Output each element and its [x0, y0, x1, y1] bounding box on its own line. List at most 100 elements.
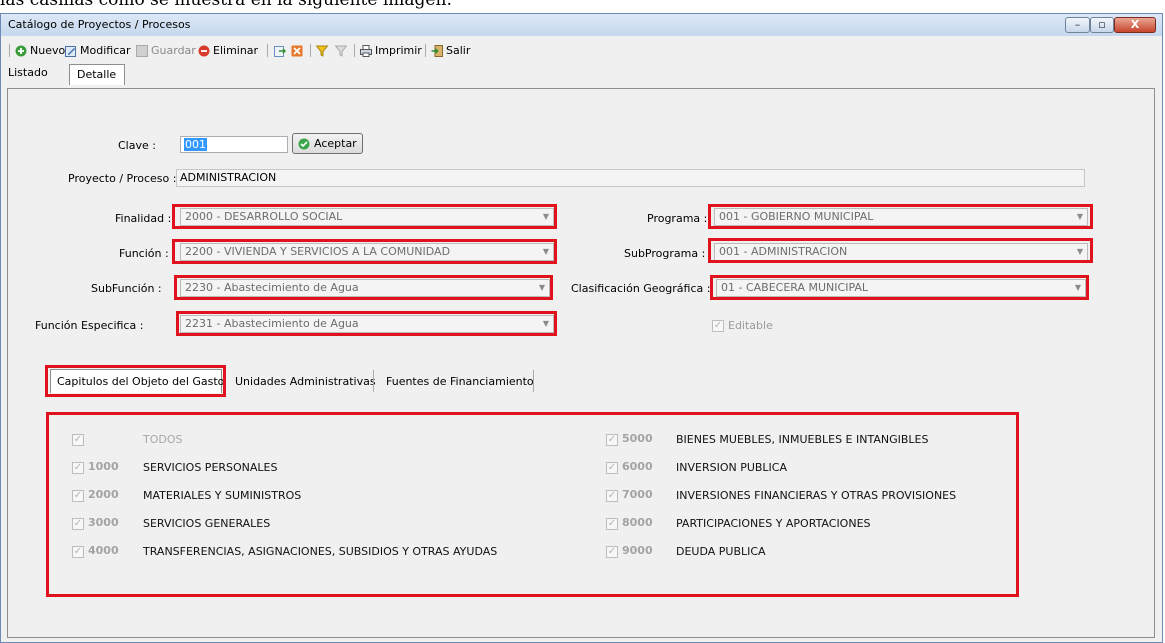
tab-separator	[373, 370, 374, 392]
maximize-button[interactable]: ▫	[1090, 17, 1114, 33]
programa-highlight	[708, 204, 1093, 229]
capitulos-tab-highlight	[45, 365, 226, 397]
salir-label: Salir	[446, 44, 471, 57]
clasificacion-geografica-highlight	[710, 275, 1089, 300]
capitulo-desc: SERVICIOS PERSONALES	[143, 461, 278, 474]
title-bar: Catálogo de Proyectos / Procesos – ▫ X	[1, 14, 1162, 36]
funcion-label: Función :	[119, 247, 169, 260]
capitulo-code: 3000	[88, 516, 119, 529]
export-icon	[274, 45, 286, 57]
nuevo-label: Nuevo	[30, 44, 66, 57]
check-circle-icon	[298, 138, 310, 149]
capitulo-desc: INVERSIONES FINANCIERAS Y OTRAS PROVISIO…	[676, 489, 957, 502]
proyecto-value: ADMINISTRACION	[180, 171, 277, 184]
capitulo-desc: INVERSION PUBLICA	[676, 461, 788, 474]
capitulo-desc: PARTICIPACIONES Y APORTACIONES	[676, 517, 871, 530]
close-icon: X	[1130, 18, 1140, 31]
funcion-highlight	[172, 239, 557, 264]
save-icon	[136, 44, 148, 57]
toolbar-separator	[354, 44, 355, 57]
programa-label: Programa :	[647, 212, 708, 225]
capitulo-code: 9000	[622, 544, 653, 557]
nuevo-button[interactable]: Nuevo	[15, 43, 65, 58]
catalog-window: Catálogo de Proyectos / Procesos – ▫ X N…	[0, 13, 1163, 643]
capitulo-desc: DEUDA PUBLICA	[676, 545, 766, 558]
print-icon	[360, 44, 372, 57]
finalidad-label: Finalidad :	[115, 212, 172, 225]
filter-button[interactable]	[316, 43, 328, 58]
capitulo-checkbox[interactable]: ✓	[606, 518, 618, 530]
capitulo-desc: BIENES MUEBLES, INMUEBLES E INTANGIBLES	[676, 433, 929, 446]
subprograma-label: SubPrograma :	[624, 247, 706, 260]
close-button[interactable]: X	[1114, 17, 1156, 33]
toolbar-separator	[310, 44, 311, 57]
salir-button[interactable]: Salir	[431, 43, 470, 58]
tab-unidades[interactable]: Unidades Administrativas	[235, 375, 376, 388]
eliminar-button[interactable]: Eliminar	[198, 43, 258, 58]
clave-input[interactable]: 001	[180, 136, 288, 153]
subprograma-highlight	[708, 238, 1093, 263]
todos-label: TODOS	[143, 433, 183, 446]
capitulo-checkbox[interactable]: ✓	[72, 518, 84, 530]
capitulo-checkbox[interactable]: ✓	[72, 490, 84, 502]
capitulo-checkbox[interactable]: ✓	[606, 434, 618, 446]
tab-detalle[interactable]: Detalle	[69, 64, 125, 85]
guardar-button[interactable]: Guardar	[136, 43, 196, 58]
tab-listado[interactable]: Listado	[8, 66, 48, 79]
subfuncion-highlight	[174, 275, 553, 300]
exit-icon	[431, 44, 443, 57]
minimize-button[interactable]: –	[1065, 17, 1090, 33]
proyecto-field[interactable]: ADMINISTRACION	[176, 169, 1085, 187]
cancel-button[interactable]	[291, 43, 303, 58]
toolbar-separator	[267, 44, 268, 57]
minimize-icon: –	[1074, 18, 1081, 31]
above-text: las casillas como se muestra en la sigui…	[0, 0, 453, 10]
eliminar-label: Eliminar	[213, 44, 259, 57]
funcion-especifica-highlight	[176, 311, 557, 336]
maximize-icon: ▫	[1098, 18, 1106, 31]
todos-checkbox[interactable]: ✓	[72, 434, 84, 446]
capitulo-desc: MATERIALES Y SUMINISTROS	[143, 489, 302, 502]
capitulo-code: 5000	[622, 432, 653, 445]
capitulo-code: 4000	[88, 544, 119, 557]
capitulo-desc: TRANSFERENCIAS, ASIGNACIONES, SUBSIDIOS …	[143, 545, 498, 558]
detail-panel: Clave : 001 Aceptar Proyecto / Proceso :…	[7, 88, 1155, 638]
window-title: Catálogo de Proyectos / Procesos	[8, 18, 191, 31]
imprimir-label: Imprimir	[375, 44, 422, 57]
capitulo-checkbox[interactable]: ✓	[72, 546, 84, 558]
capitulo-desc: SERVICIOS GENERALES	[143, 517, 271, 530]
capitulo-code: 8000	[622, 516, 653, 529]
clear-filter-icon	[335, 45, 347, 57]
capitulo-code: 1000	[88, 460, 119, 473]
aceptar-label: Aceptar	[314, 137, 357, 150]
capitulo-code: 7000	[622, 488, 653, 501]
capitulo-checkbox[interactable]: ✓	[72, 462, 84, 474]
clave-value: 001	[184, 138, 207, 151]
add-icon	[15, 45, 27, 56]
toolbar-separator	[425, 44, 426, 57]
proyecto-label: Proyecto / Proceso :	[68, 172, 177, 185]
capitulo-checkbox[interactable]: ✓	[606, 462, 618, 474]
editable-checkbox[interactable]: ✓	[712, 320, 724, 332]
toolbar-grip	[9, 44, 10, 57]
capitulo-code: 2000	[88, 488, 119, 501]
imprimir-button[interactable]: Imprimir	[360, 43, 422, 58]
capitulo-checkbox[interactable]: ✓	[606, 546, 618, 558]
modificar-label: Modificar	[80, 44, 131, 57]
clasificacion-geografica-label: Clasificación Geográfica :	[571, 282, 711, 295]
export-button[interactable]	[274, 43, 286, 58]
guardar-label: Guardar	[151, 44, 196, 57]
modificar-button[interactable]: Modificar	[65, 43, 131, 58]
edit-icon	[65, 45, 76, 57]
capitulo-checkbox[interactable]: ✓	[606, 490, 618, 502]
clave-label: Clave :	[118, 139, 156, 152]
finalidad-highlight	[172, 204, 557, 229]
filter-icon	[316, 45, 328, 57]
funcion-especifica-label: Función Especifica :	[35, 319, 144, 332]
capitulo-code: 6000	[622, 460, 653, 473]
editable-label: Editable	[728, 319, 773, 332]
clear-filter-button[interactable]	[335, 43, 347, 58]
aceptar-button[interactable]: Aceptar	[292, 133, 363, 154]
toolbar: Nuevo Modificar Guardar Eliminar Imprimi…	[1, 39, 1162, 61]
tab-fuentes[interactable]: Fuentes de Financiamiento	[386, 375, 534, 388]
